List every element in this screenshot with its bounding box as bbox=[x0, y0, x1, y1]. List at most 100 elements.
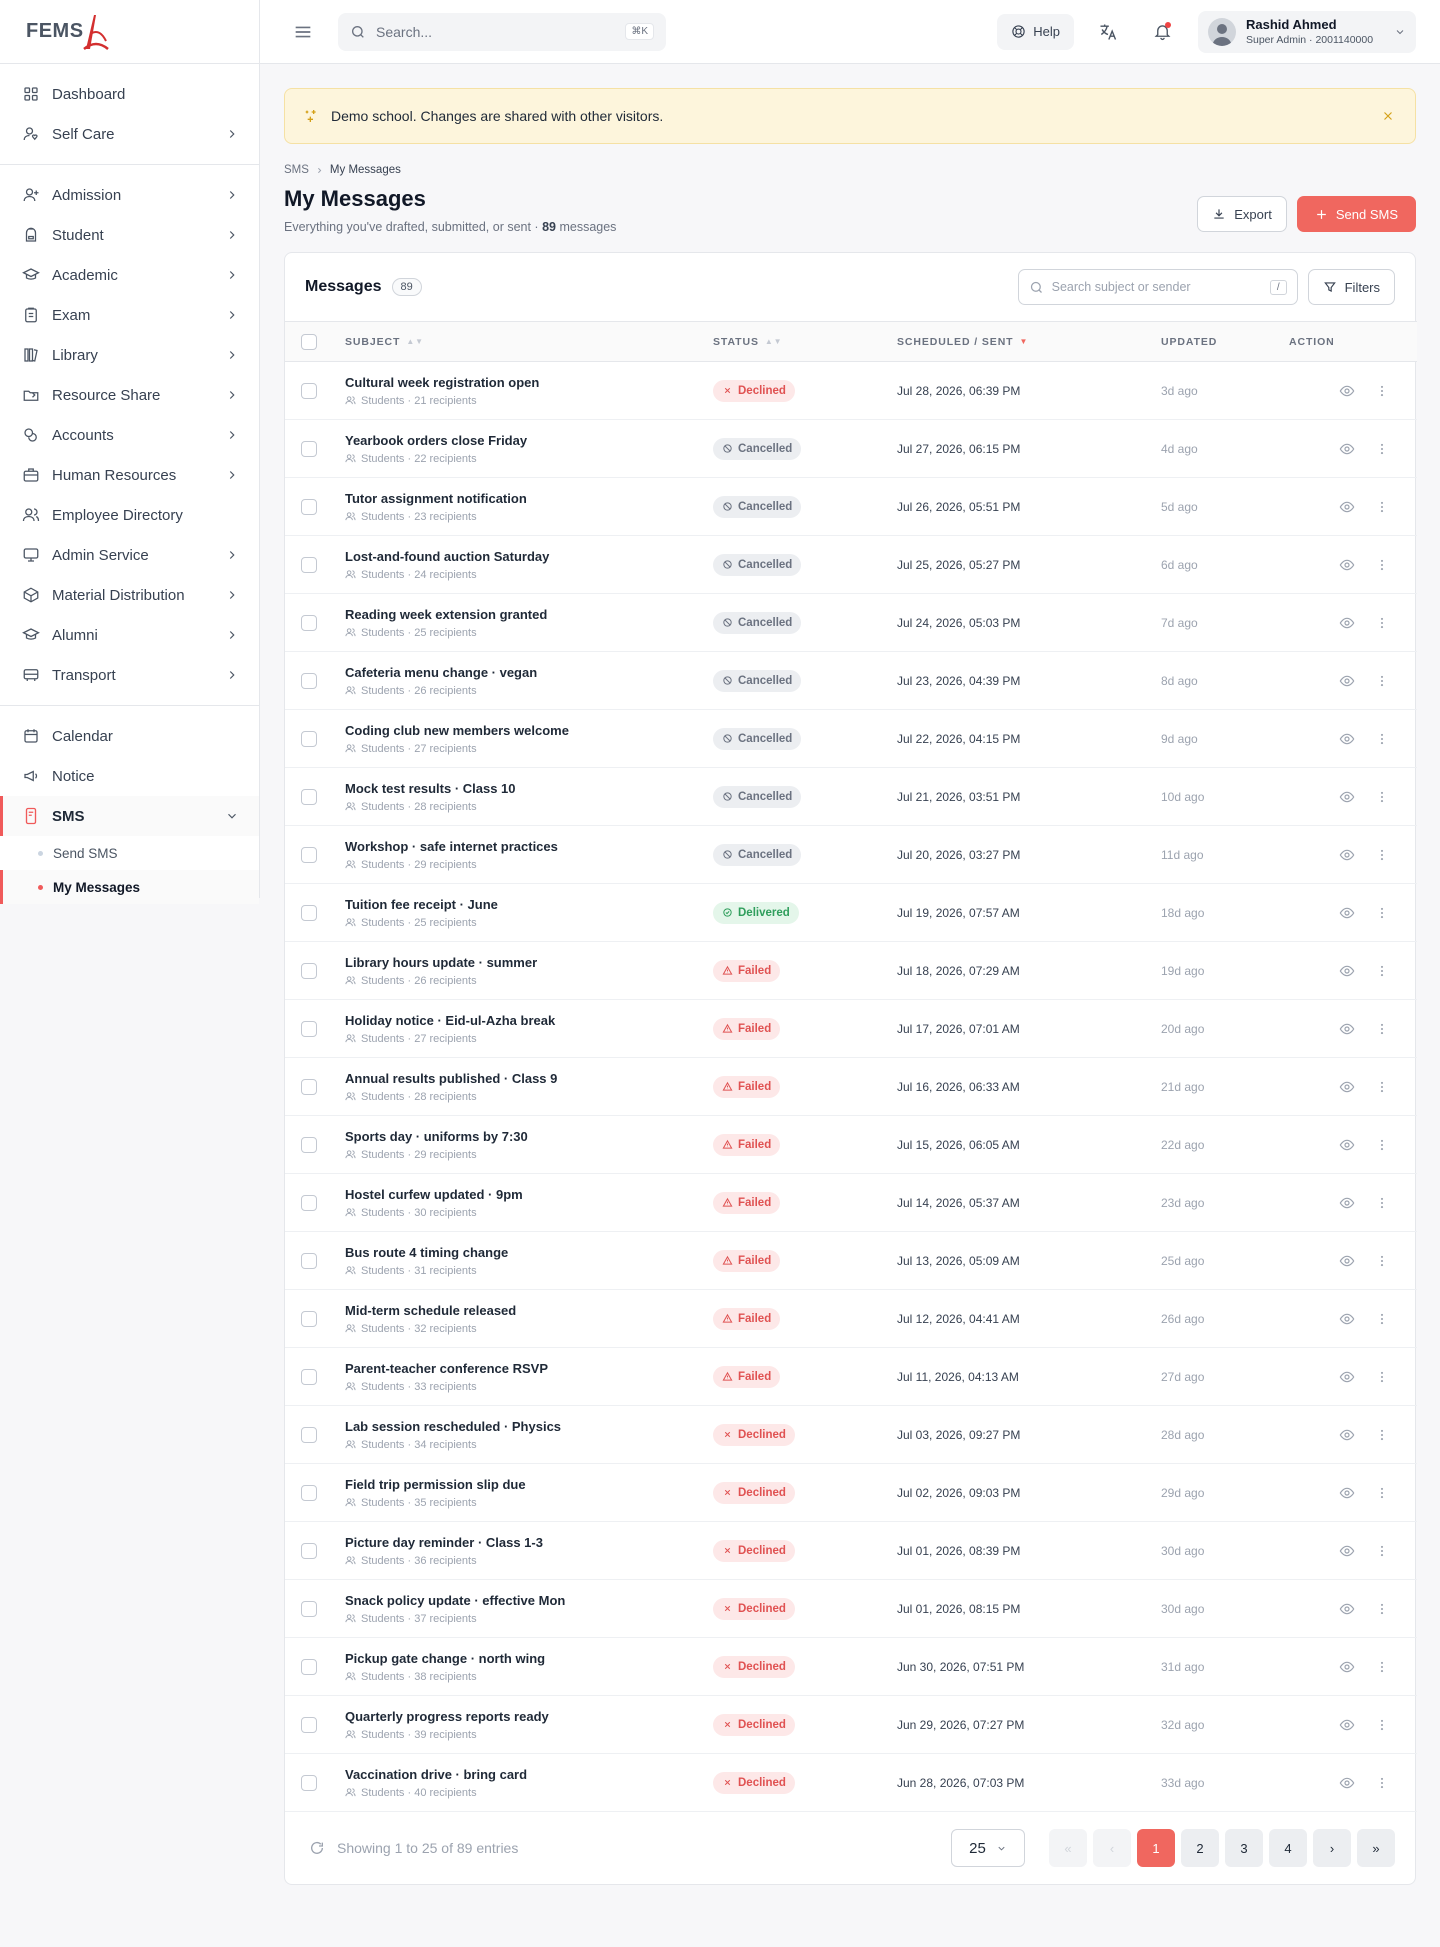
sidebar-subitem-send-sms[interactable]: Send SMS bbox=[0, 836, 259, 870]
table-row[interactable]: Pickup gate change · north wing Students… bbox=[285, 1638, 1417, 1696]
more-vertical-icon[interactable] bbox=[1375, 789, 1389, 805]
more-vertical-icon[interactable] bbox=[1375, 905, 1389, 921]
eye-icon[interactable] bbox=[1339, 557, 1355, 573]
row-checkbox[interactable] bbox=[301, 1658, 317, 1675]
table-row[interactable]: Yearbook orders close Friday Students · … bbox=[285, 420, 1417, 478]
more-vertical-icon[interactable] bbox=[1375, 1195, 1389, 1211]
sidebar-item-library[interactable]: Library bbox=[0, 335, 259, 375]
row-checkbox[interactable] bbox=[301, 1774, 317, 1791]
more-vertical-icon[interactable] bbox=[1375, 1717, 1389, 1733]
eye-icon[interactable] bbox=[1339, 1369, 1355, 1385]
message-subject[interactable]: Bus route 4 timing change bbox=[345, 1245, 713, 1260]
page-4-button[interactable]: 4 bbox=[1269, 1829, 1307, 1867]
eye-icon[interactable] bbox=[1339, 1717, 1355, 1733]
more-vertical-icon[interactable] bbox=[1375, 1601, 1389, 1617]
col-subject[interactable]: Subject ▲▼ bbox=[345, 322, 713, 362]
table-row[interactable]: Hostel curfew updated · 9pm Students · 3… bbox=[285, 1174, 1417, 1232]
row-checkbox[interactable] bbox=[301, 1484, 317, 1501]
row-checkbox[interactable] bbox=[301, 614, 317, 631]
col-scheduled[interactable]: Scheduled / Sent ▼ bbox=[897, 322, 1161, 362]
eye-icon[interactable] bbox=[1339, 1021, 1355, 1037]
more-vertical-icon[interactable] bbox=[1375, 615, 1389, 631]
eye-icon[interactable] bbox=[1339, 1195, 1355, 1211]
message-subject[interactable]: Pickup gate change · north wing bbox=[345, 1651, 713, 1666]
sidebar-item-calendar[interactable]: Calendar bbox=[0, 716, 259, 756]
more-vertical-icon[interactable] bbox=[1375, 673, 1389, 689]
table-row[interactable]: Holiday notice · Eid-ul-Azha break Stude… bbox=[285, 1000, 1417, 1058]
more-vertical-icon[interactable] bbox=[1375, 1543, 1389, 1559]
sidebar-item-transport[interactable]: Transport bbox=[0, 655, 259, 695]
table-search-input[interactable] bbox=[1051, 280, 1270, 294]
more-vertical-icon[interactable] bbox=[1375, 1311, 1389, 1327]
first-page-button[interactable]: « bbox=[1049, 1829, 1087, 1867]
more-vertical-icon[interactable] bbox=[1375, 963, 1389, 979]
row-checkbox[interactable] bbox=[301, 904, 317, 921]
select-all-checkbox[interactable] bbox=[301, 333, 317, 350]
message-subject[interactable]: Library hours update · summer bbox=[345, 955, 713, 970]
message-subject[interactable]: Lab session rescheduled · Physics bbox=[345, 1419, 713, 1434]
message-subject[interactable]: Parent-teacher conference RSVP bbox=[345, 1361, 713, 1376]
sidebar-item-human-resources[interactable]: Human Resources bbox=[0, 455, 259, 495]
eye-icon[interactable] bbox=[1339, 1253, 1355, 1269]
more-vertical-icon[interactable] bbox=[1375, 1427, 1389, 1443]
language-button[interactable] bbox=[1088, 12, 1128, 52]
help-button[interactable]: Help bbox=[997, 13, 1074, 50]
table-row[interactable]: Parent-teacher conference RSVP Students … bbox=[285, 1348, 1417, 1406]
sidebar-item-accounts[interactable]: Accounts bbox=[0, 415, 259, 455]
eye-icon[interactable] bbox=[1339, 383, 1355, 399]
sidebar-item-employee-directory[interactable]: Employee Directory bbox=[0, 495, 259, 535]
close-icon[interactable] bbox=[1381, 109, 1395, 123]
row-checkbox[interactable] bbox=[301, 1310, 317, 1327]
eye-icon[interactable] bbox=[1339, 615, 1355, 631]
table-row[interactable]: Cafeteria menu change · vegan Students ·… bbox=[285, 652, 1417, 710]
eye-icon[interactable] bbox=[1339, 789, 1355, 805]
eye-icon[interactable] bbox=[1339, 1137, 1355, 1153]
row-checkbox[interactable] bbox=[301, 1600, 317, 1617]
message-subject[interactable]: Tuition fee receipt · June bbox=[345, 897, 713, 912]
eye-icon[interactable] bbox=[1339, 1485, 1355, 1501]
message-subject[interactable]: Snack policy update · effective Mon bbox=[345, 1593, 713, 1608]
table-row[interactable]: Cultural week registration open Students… bbox=[285, 362, 1417, 420]
sidebar-item-self-care[interactable]: Self Care bbox=[0, 114, 259, 154]
message-subject[interactable]: Annual results published · Class 9 bbox=[345, 1071, 713, 1086]
more-vertical-icon[interactable] bbox=[1375, 1775, 1389, 1791]
table-search[interactable]: / bbox=[1017, 269, 1298, 305]
sidebar-item-admission[interactable]: Admission bbox=[0, 175, 259, 215]
row-checkbox[interactable] bbox=[301, 1136, 317, 1153]
more-vertical-icon[interactable] bbox=[1375, 1659, 1389, 1675]
row-checkbox[interactable] bbox=[301, 788, 317, 805]
filters-button[interactable]: Filters bbox=[1307, 269, 1395, 305]
row-checkbox[interactable] bbox=[301, 1078, 317, 1095]
row-checkbox[interactable] bbox=[301, 1194, 317, 1211]
message-subject[interactable]: Yearbook orders close Friday bbox=[345, 433, 713, 448]
eye-icon[interactable] bbox=[1339, 1659, 1355, 1675]
row-checkbox[interactable] bbox=[301, 440, 317, 457]
message-subject[interactable]: Vaccination drive · bring card bbox=[345, 1767, 713, 1782]
eye-icon[interactable] bbox=[1339, 1775, 1355, 1791]
message-subject[interactable]: Hostel curfew updated · 9pm bbox=[345, 1187, 713, 1202]
page-2-button[interactable]: 2 bbox=[1181, 1829, 1219, 1867]
row-checkbox[interactable] bbox=[301, 1542, 317, 1559]
row-checkbox[interactable] bbox=[301, 498, 317, 515]
message-subject[interactable]: Tutor assignment notification bbox=[345, 491, 713, 506]
table-row[interactable]: Mid-term schedule released Students · 32… bbox=[285, 1290, 1417, 1348]
breadcrumb-link[interactable]: SMS bbox=[284, 164, 309, 176]
row-checkbox[interactable] bbox=[301, 962, 317, 979]
message-subject[interactable]: Mock test results · Class 10 bbox=[345, 781, 713, 796]
row-checkbox[interactable] bbox=[301, 1252, 317, 1269]
table-row[interactable]: Lost-and-found auction Saturday Students… bbox=[285, 536, 1417, 594]
eye-icon[interactable] bbox=[1339, 441, 1355, 457]
eye-icon[interactable] bbox=[1339, 963, 1355, 979]
more-vertical-icon[interactable] bbox=[1375, 441, 1389, 457]
sidebar-item-sms[interactable]: SMS bbox=[0, 796, 259, 836]
eye-icon[interactable] bbox=[1339, 1079, 1355, 1095]
message-subject[interactable]: Coding club new members welcome bbox=[345, 723, 713, 738]
table-row[interactable]: Tuition fee receipt · June Students · 25… bbox=[285, 884, 1417, 942]
hamburger-menu-icon[interactable] bbox=[292, 21, 314, 43]
row-checkbox[interactable] bbox=[301, 846, 317, 863]
more-vertical-icon[interactable] bbox=[1375, 1137, 1389, 1153]
eye-icon[interactable] bbox=[1339, 1427, 1355, 1443]
sidebar-item-academic[interactable]: Academic bbox=[0, 255, 259, 295]
more-vertical-icon[interactable] bbox=[1375, 499, 1389, 515]
more-vertical-icon[interactable] bbox=[1375, 383, 1389, 399]
